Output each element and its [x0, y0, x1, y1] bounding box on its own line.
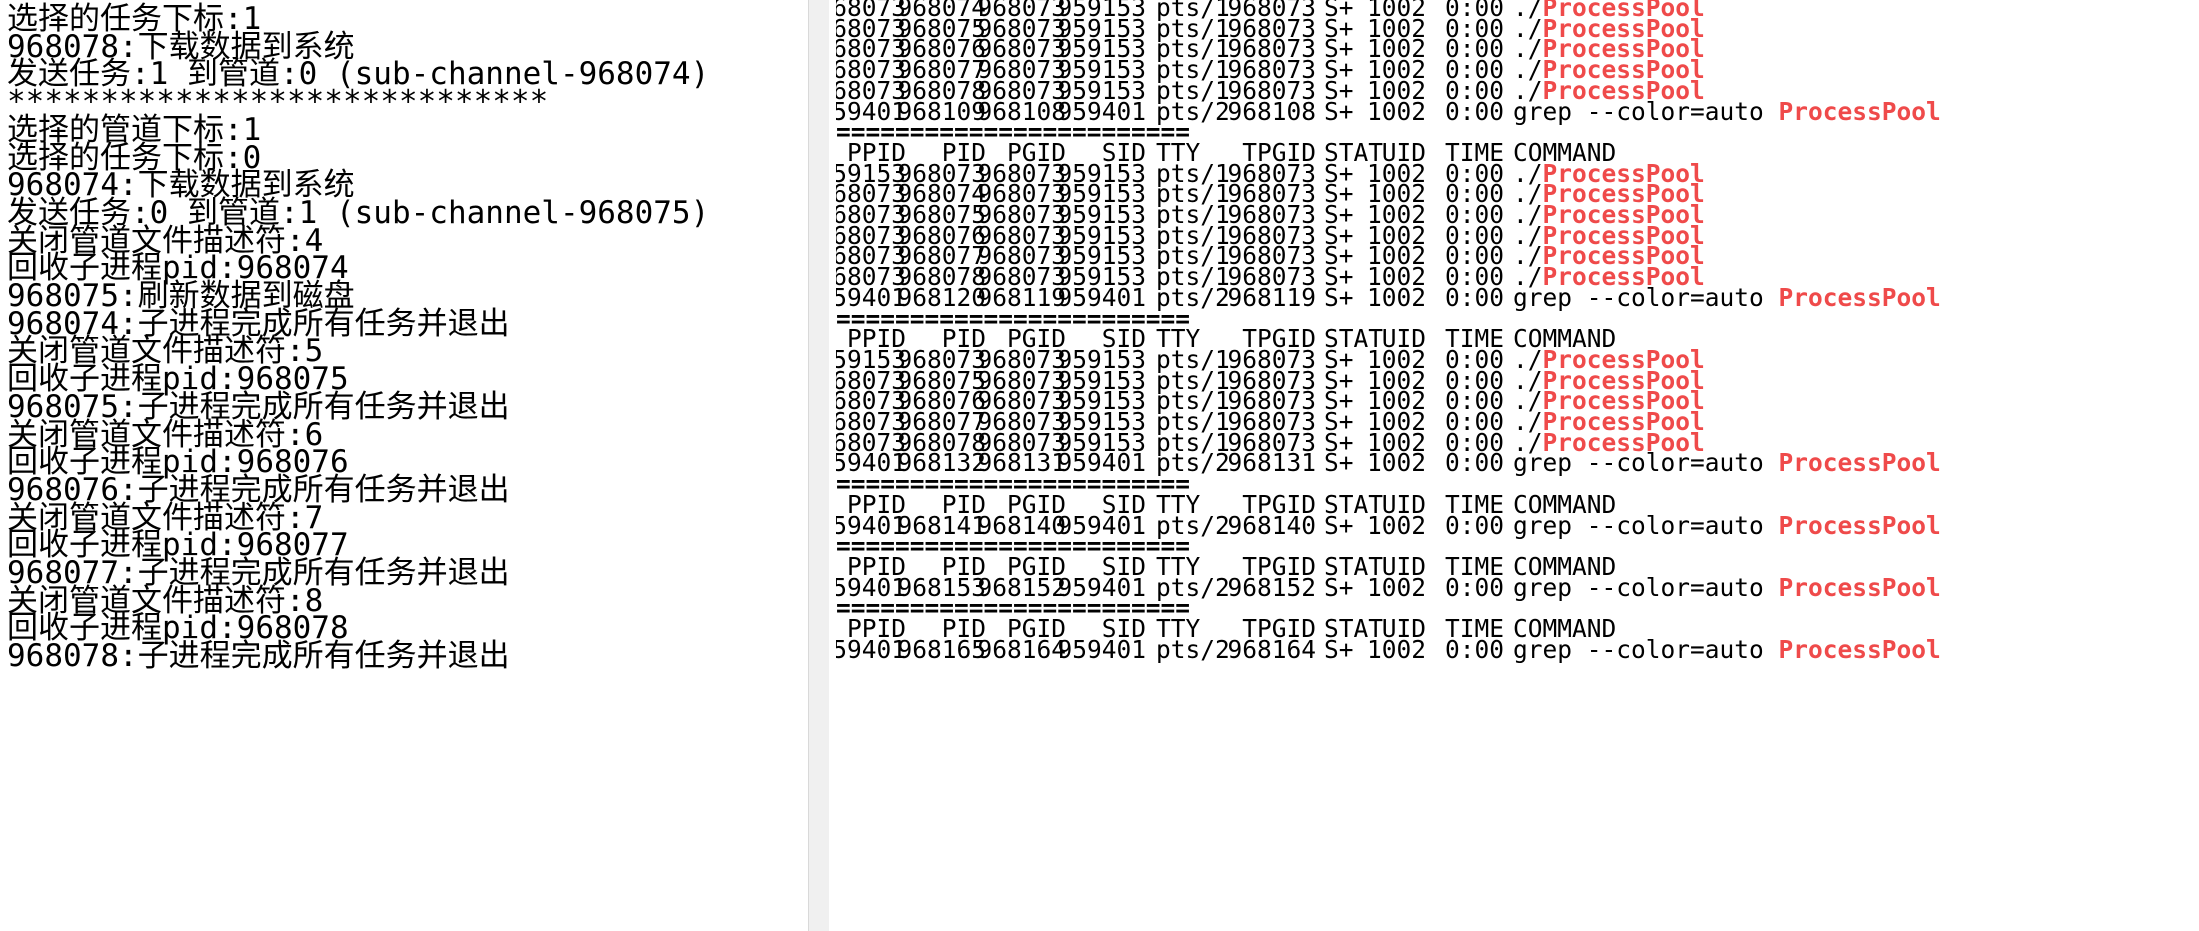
command-prefix: grep --color=auto [1513, 634, 1779, 664]
ps-cell-ppid: 959401 [836, 634, 906, 664]
left-terminal-line: 968078:子进程完成所有任务并退出 [7, 638, 510, 675]
ps-cell-stat: S+ [1324, 634, 1354, 664]
ps-cell-uid: 1002 [1366, 634, 1426, 664]
ps-cell-command: grep --color=auto ProcessPool [1513, 635, 1941, 664]
ps-cell-tty: pts/2 [1156, 634, 1230, 664]
ps-cell-pid: 968165 [897, 634, 986, 664]
terminal-workspace: 选择的任务下标:1 968078:下载数据到系统 发送任务:1 到管道:0 (sub… [0, 0, 2199, 931]
ps-cell-sid: 959401 [1057, 634, 1146, 664]
command-match-highlight: ProcessPool [1778, 634, 1941, 664]
ps-cell-tpgid: 968164 [1227, 634, 1316, 664]
ps-cell-pgid: 968164 [977, 634, 1066, 664]
pane-divider[interactable] [808, 0, 829, 931]
ps-cell-time: 0:00 [1444, 634, 1504, 664]
right-terminal-pane[interactable]: 968073968074968073959153pts/1968073S+100… [836, 0, 2199, 931]
ps-process-row: 959401968165968164959401pts/2968164S+100… [836, 635, 2199, 664]
left-terminal-pane[interactable]: 选择的任务下标:1 968078:下载数据到系统 发送任务:1 到管道:0 (sub… [0, 0, 806, 931]
